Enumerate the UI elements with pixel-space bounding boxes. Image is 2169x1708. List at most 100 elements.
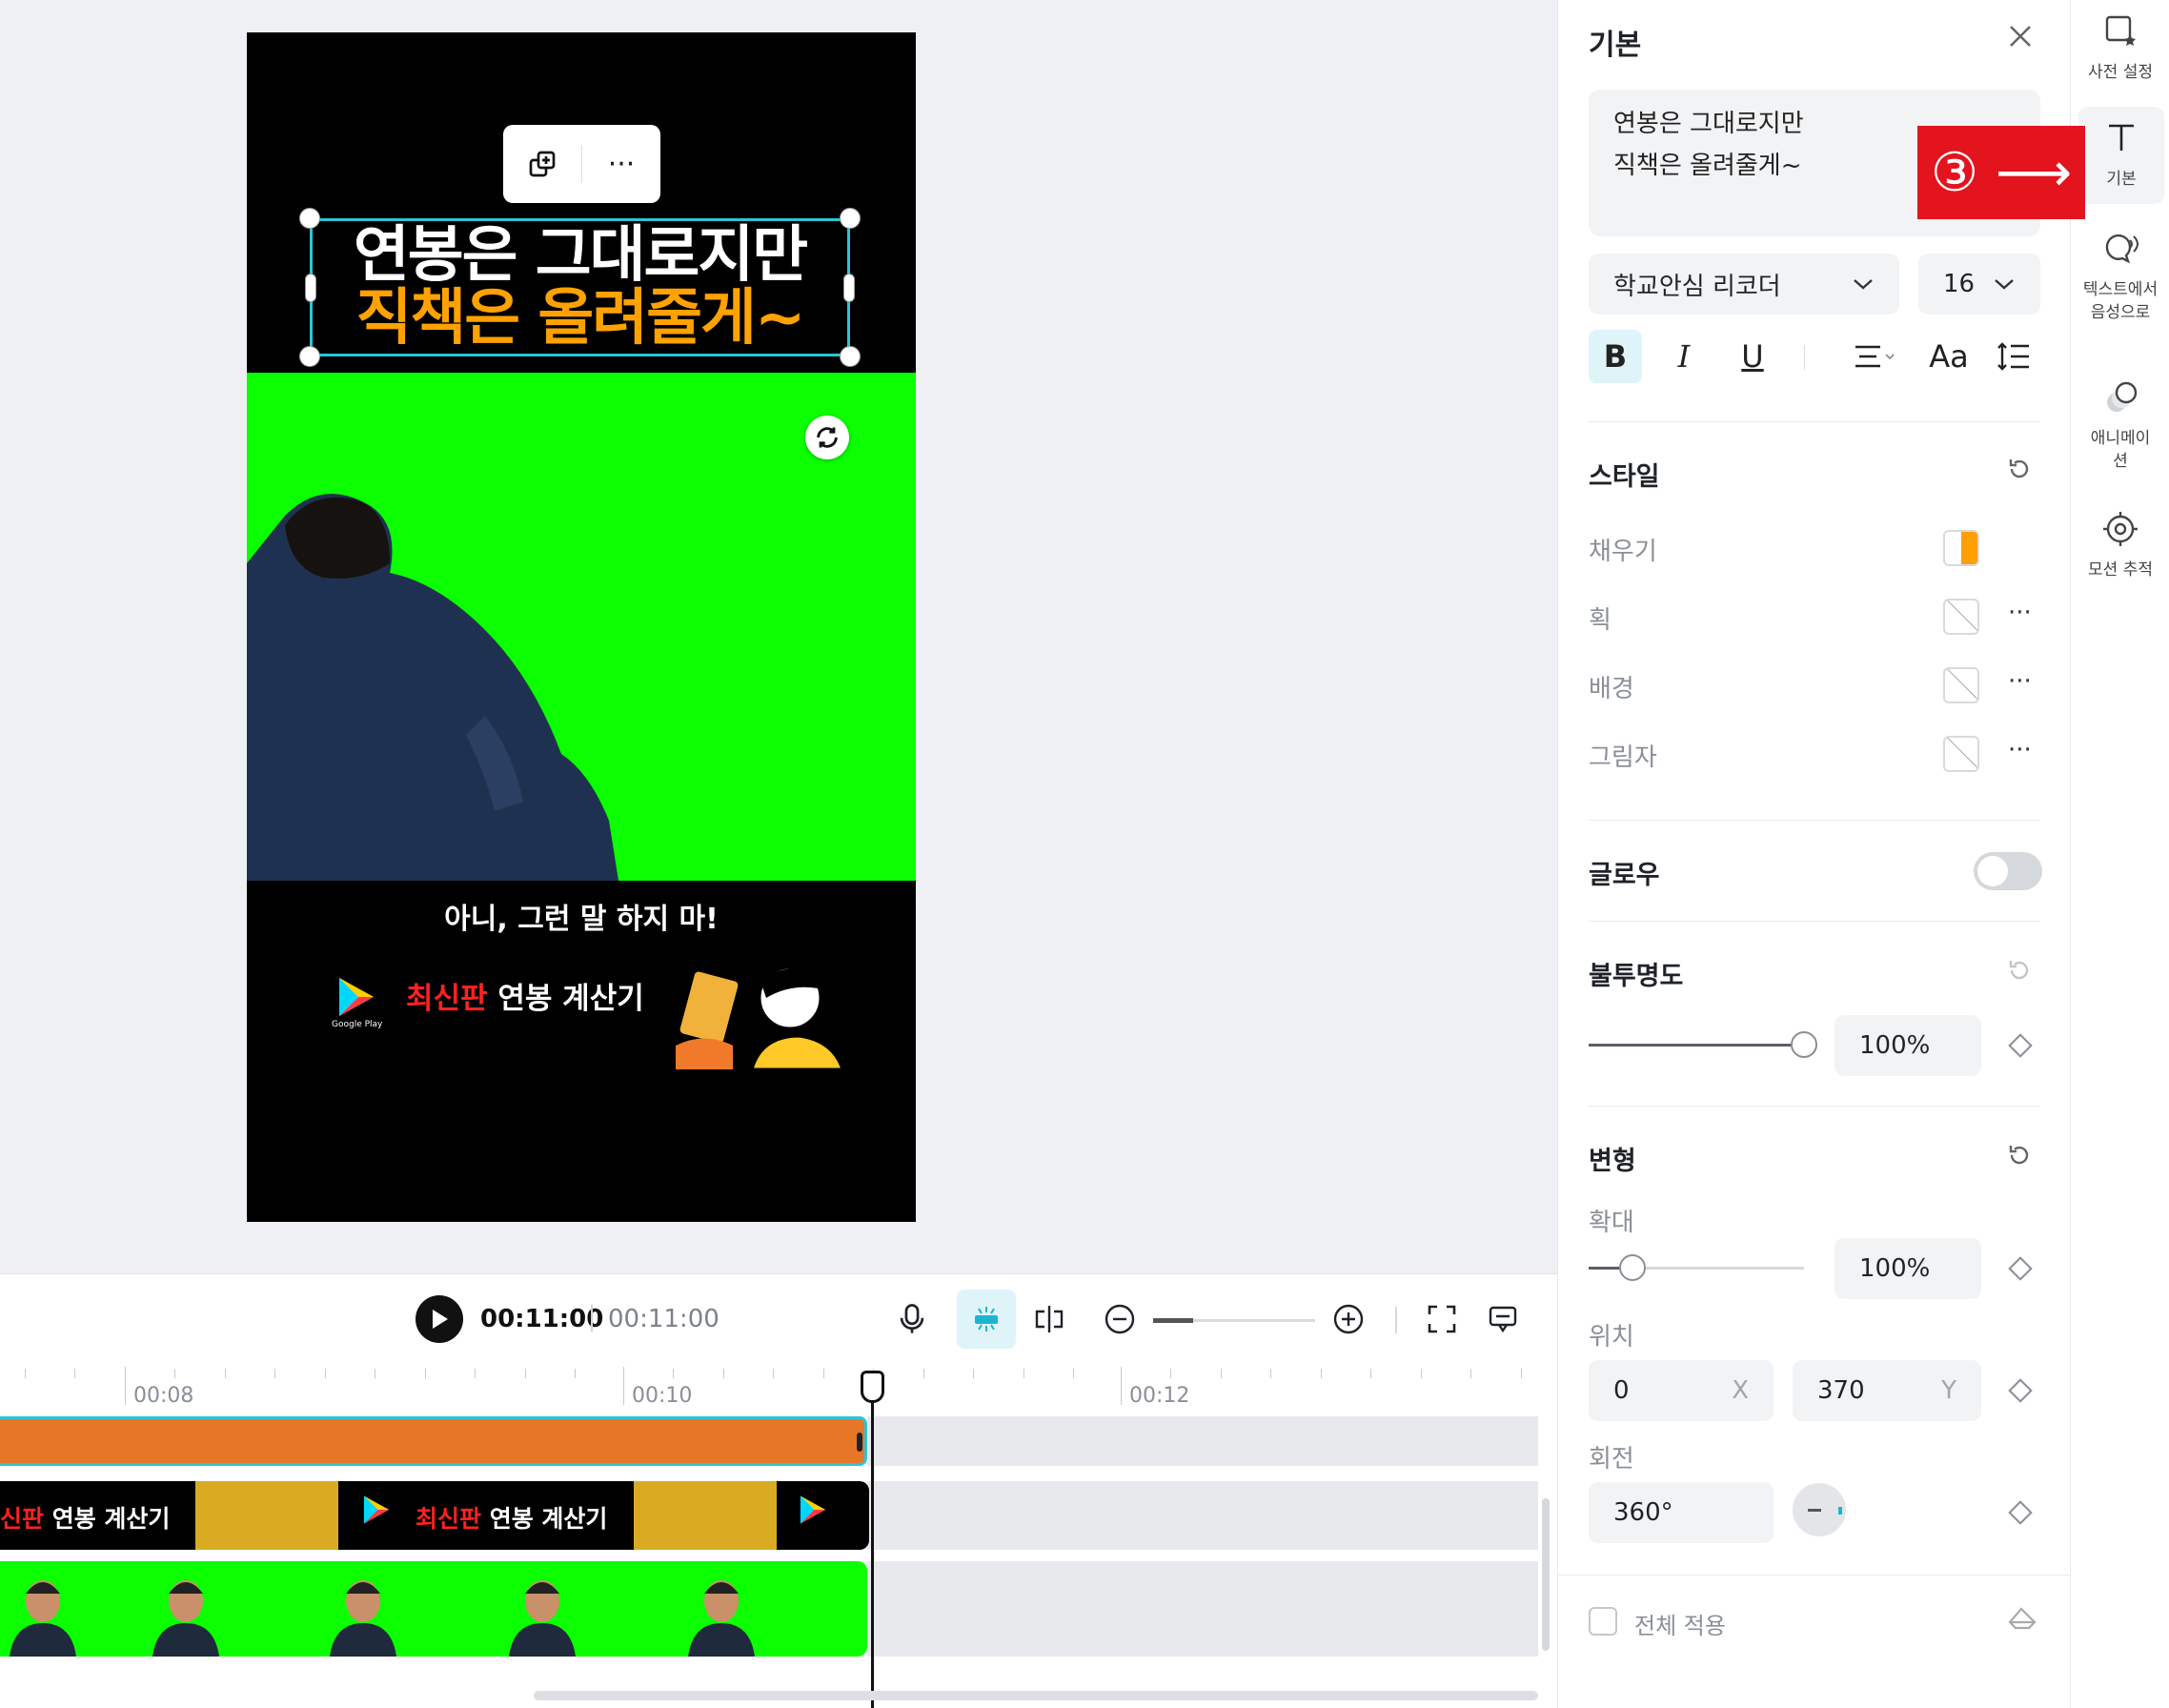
play-button[interactable]: [416, 1295, 463, 1343]
text-clip-selected[interactable]: [0, 1416, 867, 1466]
eraser-button[interactable]: [2006, 1603, 2038, 1639]
text-case-button[interactable]: Aa: [1922, 330, 1976, 383]
time-ruler[interactable]: 00:08 00:10 00:12: [0, 1365, 1557, 1413]
playback-bar: 00:11:00 00:11:00: [0, 1273, 1557, 1365]
chevron-down-icon: [1854, 279, 1873, 290]
glow-toggle[interactable]: [1974, 852, 2042, 890]
apply-all-checkbox[interactable]: [1589, 1607, 1617, 1636]
zoom-in-icon: [1333, 1304, 1364, 1334]
video-thumbnail: [688, 1580, 755, 1657]
auto-snap-button[interactable]: [957, 1290, 1016, 1349]
preset-icon: [2071, 13, 2169, 55]
background-more-button[interactable]: ···: [2008, 667, 2032, 696]
italic-button[interactable]: I: [1657, 330, 1711, 383]
resize-handle-bl[interactable]: [299, 346, 320, 367]
ruler-tick: [475, 1369, 476, 1378]
rotation-input[interactable]: 360°: [1589, 1482, 1774, 1543]
align-button[interactable]: [1842, 330, 1907, 383]
line-spacing-button[interactable]: [1987, 330, 2040, 383]
duplicate-icon: [529, 151, 556, 177]
title-line2: 직책은 올려줄게~: [354, 282, 807, 355]
rail-basic-label: 기본: [2106, 170, 2137, 189]
clip-trim-handle[interactable]: [857, 1433, 862, 1452]
opacity-slider-knob[interactable]: [1791, 1031, 1817, 1058]
close-panel-button[interactable]: [2006, 21, 2035, 59]
opacity-value: 100%: [1859, 1031, 1931, 1060]
reset-transform-button[interactable]: [2006, 1142, 2033, 1175]
video-track[interactable]: [0, 1561, 1538, 1657]
image-track[interactable]: 신판 연봉 계산기 최신판 연봉 계산기: [0, 1481, 1538, 1550]
reset-icon: [2009, 961, 2029, 980]
zoom-out-button[interactable]: [1096, 1295, 1144, 1343]
position-y-input[interactable]: 370 Y: [1793, 1360, 1981, 1421]
rail-motion-tracking[interactable]: 모션 추적: [2071, 511, 2169, 581]
timeline-vertical-scrollbar[interactable]: [1542, 1498, 1550, 1651]
underline-button[interactable]: U: [1726, 330, 1779, 383]
duplicate-button[interactable]: [503, 125, 581, 203]
ruler-tick: [673, 1369, 674, 1378]
resize-handle-right[interactable]: [843, 274, 855, 302]
play-icon: [433, 1310, 448, 1329]
opacity-input[interactable]: 100%: [1835, 1015, 1981, 1076]
image-clip[interactable]: 신판 연봉 계산기 최신판 연봉 계산기: [0, 1481, 869, 1550]
position-x-input[interactable]: 0X: [1589, 1360, 1774, 1421]
ruler-tick: [723, 1369, 724, 1378]
rail-animation[interactable]: 애니메이션: [2071, 379, 2169, 473]
rotation-keyframe-button[interactable]: [2008, 1500, 2033, 1525]
zoom-out-icon: [1105, 1304, 1135, 1334]
shadow-color-swatch[interactable]: [1943, 736, 1979, 772]
comment-button[interactable]: [1479, 1295, 1527, 1343]
rail-tts[interactable]: 텍스트에서 음성으로: [2071, 231, 2169, 324]
comment-icon: [1489, 1306, 1517, 1333]
ruler-tick: [1421, 1369, 1422, 1378]
zoom-in-button[interactable]: [1325, 1295, 1372, 1343]
position-keyframe-button[interactable]: [2008, 1378, 2033, 1403]
rail-basic[interactable]: 기본: [2078, 107, 2164, 204]
resize-handle-tr[interactable]: [840, 208, 861, 229]
clip-label-white: 연봉 계산기: [481, 1505, 608, 1533]
resize-handle-br[interactable]: [840, 346, 861, 367]
shadow-more-button[interactable]: ···: [2008, 736, 2032, 764]
stroke-more-button[interactable]: ···: [2008, 599, 2032, 627]
position-label: 위치: [1589, 1323, 1634, 1352]
playhead[interactable]: [871, 1384, 874, 1708]
position-x-value: 0: [1613, 1376, 1630, 1405]
text-track[interactable]: [0, 1416, 1538, 1466]
ad-title: 최신판 연봉 계산기: [406, 974, 644, 1017]
scale-slider-knob[interactable]: [1619, 1254, 1646, 1281]
record-voice-button[interactable]: [888, 1295, 936, 1343]
rail-preset[interactable]: 사전 설정: [2071, 13, 2169, 84]
person-silhouette: [247, 494, 618, 881]
font-size-select[interactable]: 16: [1918, 254, 2040, 315]
split-button[interactable]: [1025, 1295, 1073, 1343]
resize-handle-tl[interactable]: [299, 208, 320, 229]
timeline-horizontal-scrollbar[interactable]: [534, 1691, 1538, 1700]
scale-input[interactable]: 100%: [1835, 1238, 1981, 1299]
right-tool-rail: 사전 설정 기본 텍스트에서 음성으로 애니메이션 모션 추적: [2070, 0, 2169, 1708]
fullscreen-button[interactable]: [1418, 1295, 1466, 1343]
opacity-slider-track[interactable]: [1589, 1044, 1804, 1047]
reset-style-button[interactable]: [2006, 456, 2033, 489]
video-clip[interactable]: [0, 1561, 867, 1657]
scale-keyframe-button[interactable]: [2008, 1256, 2033, 1281]
video-thumbnail: [152, 1580, 219, 1657]
background-color-swatch[interactable]: [1943, 667, 1979, 703]
selected-text-box[interactable]: 연봉은 그대로지만 직책은 올려줄게~: [299, 208, 861, 367]
bold-button[interactable]: B: [1589, 330, 1642, 383]
rotation-label: 회전: [1589, 1445, 1634, 1474]
ruler-tick-major: [125, 1367, 126, 1405]
opacity-keyframe-button[interactable]: [2008, 1033, 2033, 1058]
rotate-handle[interactable]: [805, 416, 849, 459]
resize-handle-left[interactable]: [305, 274, 316, 302]
clip-label-partial: 신판 연봉 계산기: [0, 1500, 170, 1535]
more-options-button[interactable]: ···: [582, 125, 660, 203]
playhead-handle[interactable]: [861, 1371, 884, 1403]
font-family-select[interactable]: 학교안심 리코더: [1589, 254, 1899, 315]
ruler-tick: [575, 1369, 576, 1378]
stroke-color-swatch[interactable]: [1943, 599, 1979, 635]
ruler-label: 00:08: [133, 1384, 194, 1408]
fill-color-swatch[interactable]: [1943, 530, 1979, 566]
reset-opacity-button[interactable]: [2006, 957, 2033, 990]
video-preview[interactable]: 연봉은 그대로지만 직책은 올려줄게~ 아니, 그런 말 하지 마! Googl…: [247, 32, 916, 1222]
timeline[interactable]: 00:08 00:10 00:12 신판 연봉 계산기 최신판 연봉 계산기: [0, 1365, 1557, 1708]
